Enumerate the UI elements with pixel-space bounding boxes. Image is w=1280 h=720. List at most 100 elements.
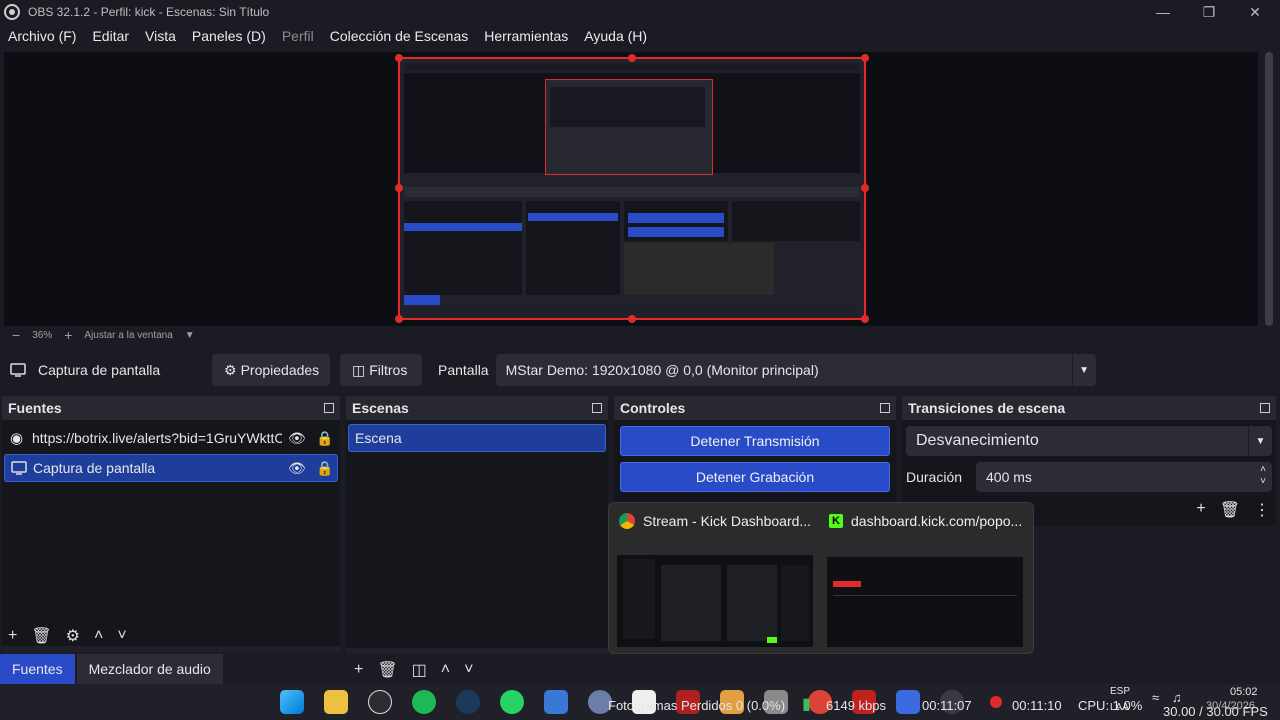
gear-icon: ⚙ xyxy=(224,361,237,378)
transitions-toolbar: + 🗑 ⋮ xyxy=(1196,500,1270,520)
add-icon[interactable]: + xyxy=(354,661,363,679)
tab-audio-mixer[interactable]: Mezclador de audio xyxy=(76,654,223,684)
menu-herramientas[interactable]: Herramientas xyxy=(484,28,568,44)
arrow-down-icon[interactable]: ˅ xyxy=(117,627,126,645)
resize-handle[interactable] xyxy=(628,315,636,323)
zoom-out-button[interactable]: − xyxy=(12,327,20,343)
preview-card-dashboard[interactable]: K dashboard.kick.com/popo... xyxy=(823,507,1029,651)
trash-icon[interactable]: 🗑 xyxy=(1220,500,1240,520)
resize-handle[interactable] xyxy=(861,315,869,323)
resize-handle[interactable] xyxy=(395,315,403,323)
chevron-down-icon[interactable]: ▼ xyxy=(1071,354,1096,386)
scene-item[interactable]: Escena xyxy=(348,424,606,452)
file-explorer-icon[interactable] xyxy=(324,690,348,714)
clock-time[interactable]: 05:02 xyxy=(1230,686,1258,698)
filters-button[interactable]: ◫ Filtros xyxy=(340,354,422,386)
scenes-dock: Escenas Escena xyxy=(346,396,608,654)
kick-icon: K xyxy=(829,514,843,528)
preview-canvas[interactable] xyxy=(398,57,866,320)
fit-window-button[interactable]: Ajustar a la ventana xyxy=(84,330,172,341)
resize-handle[interactable] xyxy=(395,54,403,62)
notepad-icon[interactable] xyxy=(544,690,568,714)
filters-label: Filtros xyxy=(369,362,408,378)
menu-ayuda[interactable]: Ayuda (H) xyxy=(584,28,647,44)
menu-vista[interactable]: Vista xyxy=(145,28,176,44)
resize-handle[interactable] xyxy=(861,54,869,62)
lock-icon[interactable]: 🔒 xyxy=(316,430,333,447)
resize-handle[interactable] xyxy=(395,184,403,192)
bitrate: 6149 kbps xyxy=(826,698,886,713)
stepper-icon[interactable]: ˄ ˅ xyxy=(1260,464,1266,488)
spotify-icon[interactable] xyxy=(412,690,436,714)
trash-icon[interactable]: 🗑 xyxy=(377,660,397,680)
chevron-down-icon[interactable]: ▼ xyxy=(185,330,195,341)
minimize-icon[interactable]: — xyxy=(1140,0,1186,24)
taskbar-preview-popup: Stream - Kick Dashboard... K dashboard.k… xyxy=(608,502,1034,654)
lock-icon[interactable]: 🔒 xyxy=(316,460,333,477)
menu-archivo[interactable]: Archivo (F) xyxy=(8,28,76,44)
maximize-icon[interactable]: ❐ xyxy=(1186,0,1232,24)
more-icon[interactable]: ⋮ xyxy=(1254,500,1270,520)
undock-icon[interactable] xyxy=(880,403,890,413)
eye-icon[interactable]: 👁 xyxy=(288,460,306,477)
language-bottom: LAA xyxy=(1110,702,1129,713)
trash-icon[interactable]: 🗑 xyxy=(31,626,51,646)
tab-sources[interactable]: Fuentes xyxy=(0,654,75,684)
display-select[interactable]: MStar Demo: 1920x1080 @ 0,0 (Monitor pri… xyxy=(495,354,1096,386)
undock-icon[interactable] xyxy=(1260,403,1270,413)
undock-icon[interactable] xyxy=(592,403,602,413)
gear-icon[interactable]: ⚙ xyxy=(66,626,80,646)
zoom-level: 36% xyxy=(32,329,53,341)
duration-input[interactable]: 400 ms ˄ ˅ xyxy=(976,462,1272,492)
preview-scrollbar[interactable] xyxy=(1262,52,1276,326)
close-icon[interactable]: ✕ xyxy=(1232,0,1278,24)
monitor-icon xyxy=(10,363,26,377)
properties-button[interactable]: ⚙ Propiedades xyxy=(212,354,330,386)
windows-start-icon[interactable] xyxy=(280,690,304,714)
arrow-down-icon[interactable]: ˅ xyxy=(464,661,473,679)
language-top: ESP xyxy=(1110,686,1131,697)
controls-dock: Controles Detener Transmisión Detener Gr… xyxy=(614,396,896,502)
preview-thumbnail xyxy=(617,545,813,647)
record-time: 00:11:10 xyxy=(1012,698,1062,713)
clock-date[interactable]: 30/4/2026 xyxy=(1206,700,1255,712)
sources-title: Fuentes xyxy=(8,400,62,416)
menu-editar[interactable]: Editar xyxy=(92,28,129,44)
volume-icon[interactable]: ♫ xyxy=(1172,690,1182,705)
wifi-icon[interactable]: ≈ xyxy=(1152,690,1159,705)
chevron-down-icon[interactable]: ▼ xyxy=(1248,426,1272,456)
stop-stream-button[interactable]: Detener Transmisión xyxy=(620,426,890,456)
menu-paneles[interactable]: Paneles (D) xyxy=(192,28,266,44)
obs-taskbar-icon[interactable] xyxy=(368,690,392,714)
filter-icon[interactable]: ◫ xyxy=(412,660,427,680)
undock-icon[interactable] xyxy=(324,403,334,413)
stop-record-button[interactable]: Detener Grabación xyxy=(620,462,890,492)
app-icon[interactable] xyxy=(896,690,920,714)
whatsapp-icon[interactable] xyxy=(500,690,524,714)
obs-logo-icon xyxy=(4,4,20,20)
arrow-up-icon[interactable]: ˄ xyxy=(441,661,450,679)
current-source-name: Captura de pantalla xyxy=(38,362,161,378)
controls-title: Controles xyxy=(620,400,686,416)
sources-dock: Fuentes ◉ https://botrix.live/alerts?bid… xyxy=(2,396,340,652)
add-icon[interactable]: + xyxy=(8,627,17,645)
eye-icon[interactable]: 👁 xyxy=(288,430,306,447)
steam-icon[interactable] xyxy=(456,690,480,714)
transition-select[interactable]: Desvanecimiento ▼ xyxy=(906,426,1272,456)
window-title: OBS 32.1.2 - Perfil: kick - Escenas: Sin… xyxy=(28,5,270,19)
source-item-capture[interactable]: Captura de pantalla 👁 🔒 xyxy=(4,454,338,482)
transitions-header: Transiciones de escena xyxy=(902,396,1276,420)
menu-coleccion[interactable]: Colección de Escenas xyxy=(330,28,469,44)
scenes-toolbar: + 🗑 ◫ ˄ ˅ xyxy=(354,656,487,684)
add-icon[interactable]: + xyxy=(1196,500,1205,520)
zoom-in-button[interactable]: + xyxy=(64,327,72,343)
arrow-up-icon[interactable]: ˄ xyxy=(94,627,103,645)
menu-perfil[interactable]: Perfil xyxy=(282,28,314,44)
resize-handle[interactable] xyxy=(861,184,869,192)
resize-handle[interactable] xyxy=(628,54,636,62)
source-item-browser[interactable]: ◉ https://botrix.live/alerts?bid=1GruYWk… xyxy=(4,424,338,452)
stream-time: 00:11:07 xyxy=(922,698,972,713)
preview-card-stream[interactable]: Stream - Kick Dashboard... xyxy=(613,507,819,651)
preview-card-title: Stream - Kick Dashboard... xyxy=(643,513,812,529)
dock-tabs: Fuentes Mezclador de audio xyxy=(0,654,223,684)
